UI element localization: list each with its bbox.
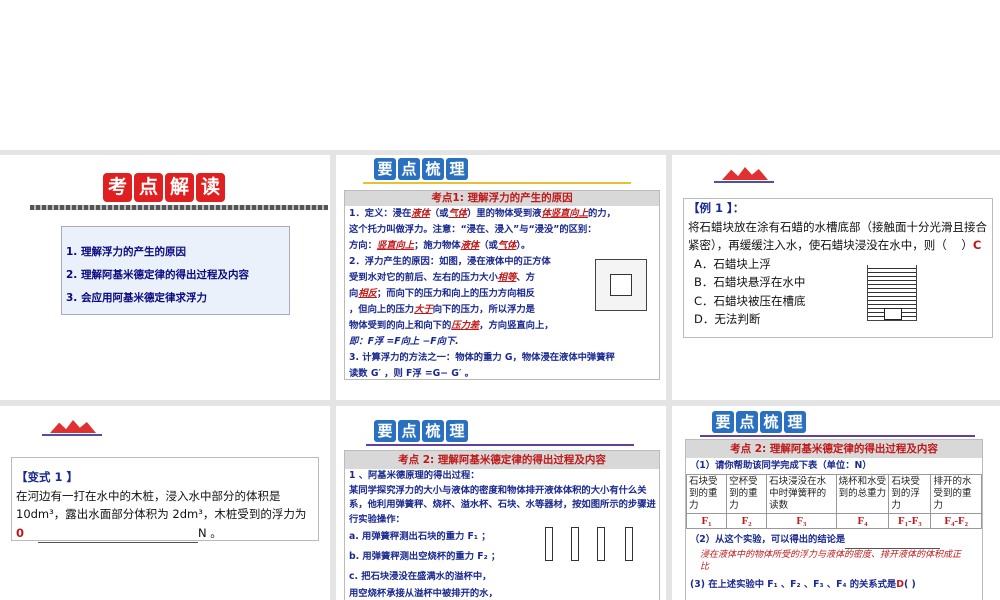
- results-table: 石块受到的重力 空杯受到的重力 石块浸没在水中时弹簧秤的读数 烧杯和水受到的总重…: [685, 474, 982, 529]
- section-header: 要点梳理: [712, 411, 808, 433]
- header-underline: [366, 444, 634, 446]
- goal-item: 2. 理解阿基米德定律的得出过程及内容: [66, 269, 249, 281]
- answer-mark: 0: [16, 525, 25, 540]
- table-header: 石块受到的重力: [685, 474, 728, 514]
- header-char: 要: [374, 158, 396, 180]
- example-label: 【例 1 】：: [688, 201, 745, 215]
- table-cell: F₃: [766, 513, 837, 529]
- question-1: （1）请你帮助该同学完成下表（单位：N）: [690, 460, 872, 471]
- header-char: 理: [784, 411, 806, 433]
- question-text: 将石蜡块放在涂有石蜡的水槽底部（接触面十分光滑且接合紧密），再缓缓注入水，使石蜡…: [688, 219, 987, 253]
- wavy-divider: [30, 205, 328, 210]
- table-cell: F₄: [835, 513, 890, 529]
- header-underline: [363, 182, 631, 184]
- title-char: 解: [165, 173, 194, 202]
- header-underline: [700, 435, 975, 437]
- water-tank-diagram: [867, 265, 917, 321]
- answer-mark: C: [972, 238, 982, 252]
- table-cell: F₄-F₂: [930, 513, 982, 529]
- table-header: 排开的水受到的重力: [930, 474, 982, 514]
- mountain-logo-icon: [714, 167, 774, 183]
- section-header: 要点梳理: [374, 158, 470, 180]
- section-header: 要点梳理: [374, 420, 470, 442]
- conclusion-answer: 浸在液体中的物体所受的浮力与液体的密度、排开液体的体积成正比: [700, 550, 962, 572]
- question-2: （2）从这个实验，可以得出的结论是: [686, 532, 982, 549]
- cube-in-liquid-diagram: [595, 259, 647, 311]
- table-cell: F₁: [685, 513, 728, 529]
- panel-title: 考点 2: 理解阿基米德定律的得出过程及内容: [345, 451, 659, 469]
- option-d: D．无法判断: [694, 312, 761, 326]
- title-char: 考: [103, 173, 132, 202]
- table-header: 石块受到的浮力: [888, 474, 932, 514]
- header-char: 理: [446, 420, 468, 442]
- example-panel: 【例 1 】： 将石蜡块放在涂有石蜡的水槽底部（接触面十分光滑且接合紧密），再缓…: [683, 198, 993, 338]
- content-panel: 考点 2: 理解阿基米德定律的得出过程及内容 （1）请你帮助该同学完成下表（单位…: [685, 439, 983, 600]
- header-char: 点: [736, 411, 758, 433]
- table-cell: F₁-F₃: [888, 513, 932, 529]
- slide-thumbnail-1[interactable]: 考点解读 1. 理解浮力的产生的原因 2. 理解阿基米德定律的得出过程及内容 3…: [0, 155, 330, 400]
- header-char: 梳: [760, 411, 782, 433]
- header-char: 点: [398, 158, 420, 180]
- title-char: 读: [196, 173, 225, 202]
- goal-item: 3. 会应用阿基米德定律求浮力: [66, 292, 207, 304]
- header-char: 点: [398, 420, 420, 442]
- goal-item: 1. 理解浮力的产生的原因: [66, 246, 186, 258]
- spring-scale-diagram: [545, 527, 635, 587]
- table-header: 烧杯和水受到的总重力: [835, 474, 890, 514]
- slide-thumbnail-3[interactable]: 【例 1 】： 将石蜡块放在涂有石蜡的水槽底部（接触面十分光滑且接合紧密），再缓…: [672, 155, 1000, 400]
- slide-title: 考点解读: [103, 173, 227, 202]
- table-header: 空杯受到的重力: [726, 474, 768, 514]
- slide-sorter-grid: 考点解读 1. 理解浮力的产生的原因 2. 理解阿基米德定律的得出过程及内容 3…: [0, 150, 1000, 600]
- content-panel: 考点 2: 理解阿基米德定律的得出过程及内容 1 、阿基米德原理的得出过程： 某…: [344, 450, 660, 600]
- slide-thumbnail-6[interactable]: 要点梳理 考点 2: 理解阿基米德定律的得出过程及内容 （1）请你帮助该同学完成…: [672, 406, 1000, 600]
- slide-thumbnail-2[interactable]: 要点梳理 考点1: 理解浮力的产生的原因 1．定义：浸在液体（或气体）里的物体受…: [336, 155, 666, 400]
- header-char: 理: [446, 158, 468, 180]
- option-c: C．石蜡块被压在槽底: [694, 293, 806, 308]
- panel-title: 考点 2: 理解阿基米德定律的得出过程及内容: [686, 440, 982, 458]
- slide-thumbnail-4[interactable]: 【变式 1 】 在河边有一打在水中的木桩，浸入水中部分的体积是10dm³，露出水…: [0, 406, 330, 600]
- table-cell: F₂: [726, 513, 768, 529]
- header-char: 要: [374, 420, 396, 442]
- mountain-logo-icon: [42, 420, 102, 436]
- header-char: 要: [712, 411, 734, 433]
- header-char: 梳: [422, 158, 444, 180]
- question-text: 在河边有一打在水中的木桩，浸入水中部分的体积是10dm³，露出水面部分体积为 2…: [16, 488, 307, 522]
- header-char: 梳: [422, 420, 444, 442]
- option-b: B．石蜡块悬浮在水中: [694, 275, 806, 289]
- table-header: 石块浸没在水中时弹簧秤的读数: [766, 474, 837, 514]
- goals-box: 1. 理解浮力的产生的原因 2. 理解阿基米德定律的得出过程及内容 3. 会应用…: [61, 226, 290, 315]
- title-char: 点: [134, 173, 163, 202]
- option-a: A．石蜡块上浮: [694, 256, 771, 271]
- question-3: (3) 在上述实验中 F₁ 、F₂ 、F₃ 、F₄ 的关系式是D( ): [690, 579, 916, 590]
- panel-title: 考点1: 理解浮力的产生的原因: [345, 191, 659, 206]
- slide-thumbnail-5[interactable]: 要点梳理 考点 2: 理解阿基米德定律的得出过程及内容 1 、阿基米德原理的得出…: [336, 406, 666, 600]
- content-panel: 考点1: 理解浮力的产生的原因 1．定义：浸在液体（或气体）里的物体受到液体竖直…: [344, 190, 660, 380]
- variant-panel: 【变式 1 】 在河边有一打在水中的木桩，浸入水中部分的体积是10dm³，露出水…: [11, 457, 319, 543]
- variant-label: 【变式 1 】: [16, 470, 79, 484]
